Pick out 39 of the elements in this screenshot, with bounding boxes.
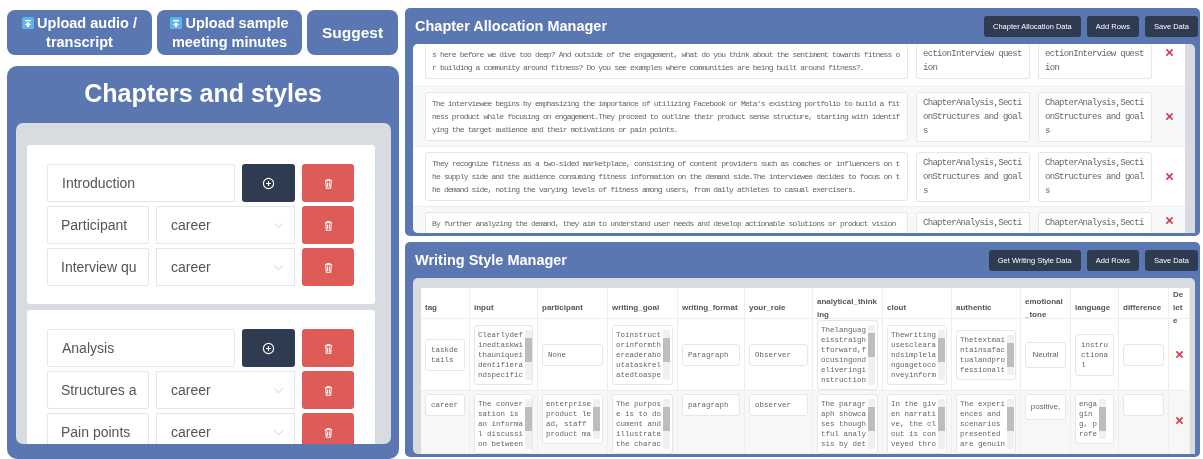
text-area[interactable]: They recognize fitness as a two-sided marketplace, consisting of content providers such as coaches or influencers on the supply side and the audience consuming fitness information on the demand side.The interviewee decides to focus on the demand side, noting the varying levels of fitness among users, from daily athletes to casual exercisers. xyxy=(425,152,908,201)
style-select[interactable]: career xyxy=(156,206,295,245)
text-area[interactable]: ChapterAnalysis,SectionStructures and goals xyxy=(1038,91,1152,142)
column-header: emotional_tone xyxy=(1021,288,1071,327)
column-header: your_role xyxy=(745,288,813,327)
input-field[interactable]: positive, xyxy=(1025,394,1066,420)
text-area[interactable]: ectionInterview question xyxy=(916,44,1030,79)
text-area[interactable]: ectionInterview question xyxy=(1038,44,1152,79)
column-header: difference xyxy=(1119,288,1169,327)
style-select[interactable]: career xyxy=(156,248,295,287)
column-header: writing_format xyxy=(678,288,745,327)
text-area[interactable]: The interviewee begins by emphasizing the importance of utilizing Facebook or Meta's existing portfolio to build a fitness product while focusing on engagement.They proceed to outline their product sense structure, starting with identifying the target audience and their motivations or pain points. xyxy=(425,92,908,141)
column-header: language xyxy=(1071,288,1119,327)
text-area[interactable]: By further analyzing the demand, they aim to understand user needs and develop actionable solutions or product vision xyxy=(425,212,908,233)
panel-title: Writing Style Manager xyxy=(415,252,567,268)
style-select[interactable]: career xyxy=(156,413,295,445)
chapter-name-field[interactable]: Analysis xyxy=(47,329,235,368)
section-name-field[interactable]: Participant xyxy=(47,206,149,245)
text-area[interactable]: ChapterAnalysis,SectionStructures and goals xyxy=(916,151,1030,202)
section-name-field[interactable]: Structures a xyxy=(47,371,149,410)
column-header: Delete xyxy=(1169,288,1190,327)
section-name-field[interactable]: Pain points xyxy=(47,413,149,445)
toolbar-button[interactable]: Upload sample meeting minutes xyxy=(157,10,302,56)
column-header: authentic xyxy=(952,288,1021,327)
panel-title: Chapters and styles xyxy=(83,78,323,110)
input-field[interactable]: Neutral xyxy=(1025,341,1066,368)
toolbar-button[interactable]: Suggest xyxy=(307,10,398,56)
text-area[interactable]: ChapterAnalysis,Secti xyxy=(1038,212,1152,233)
text-area[interactable]: ChapterAnalysis,SectionStructures and goals xyxy=(1038,151,1152,202)
section-name-field[interactable]: Interview qu xyxy=(47,248,149,287)
toolbar-button[interactable]: Upload audio / transcript xyxy=(7,10,152,56)
column-header: tag xyxy=(421,288,470,327)
text-area[interactable]: s here before we dive too deep? And outside of the engagement, what do you think about the sentiment towards fitness or building a community around fitness? Do you see examples where communities are being built around fitness?. xyxy=(425,44,908,79)
style-select[interactable]: career xyxy=(156,371,295,410)
column-header: participant xyxy=(538,288,608,327)
text-area[interactable]: ChapterAnalysis,SectionStructures and goals xyxy=(916,91,1030,142)
panel-title: Chapter Allocation Manager xyxy=(415,18,608,34)
chapter-name-field[interactable]: Introduction xyxy=(47,164,235,203)
text-area[interactable]: ChapterAnalysis,Secti xyxy=(916,212,1030,233)
